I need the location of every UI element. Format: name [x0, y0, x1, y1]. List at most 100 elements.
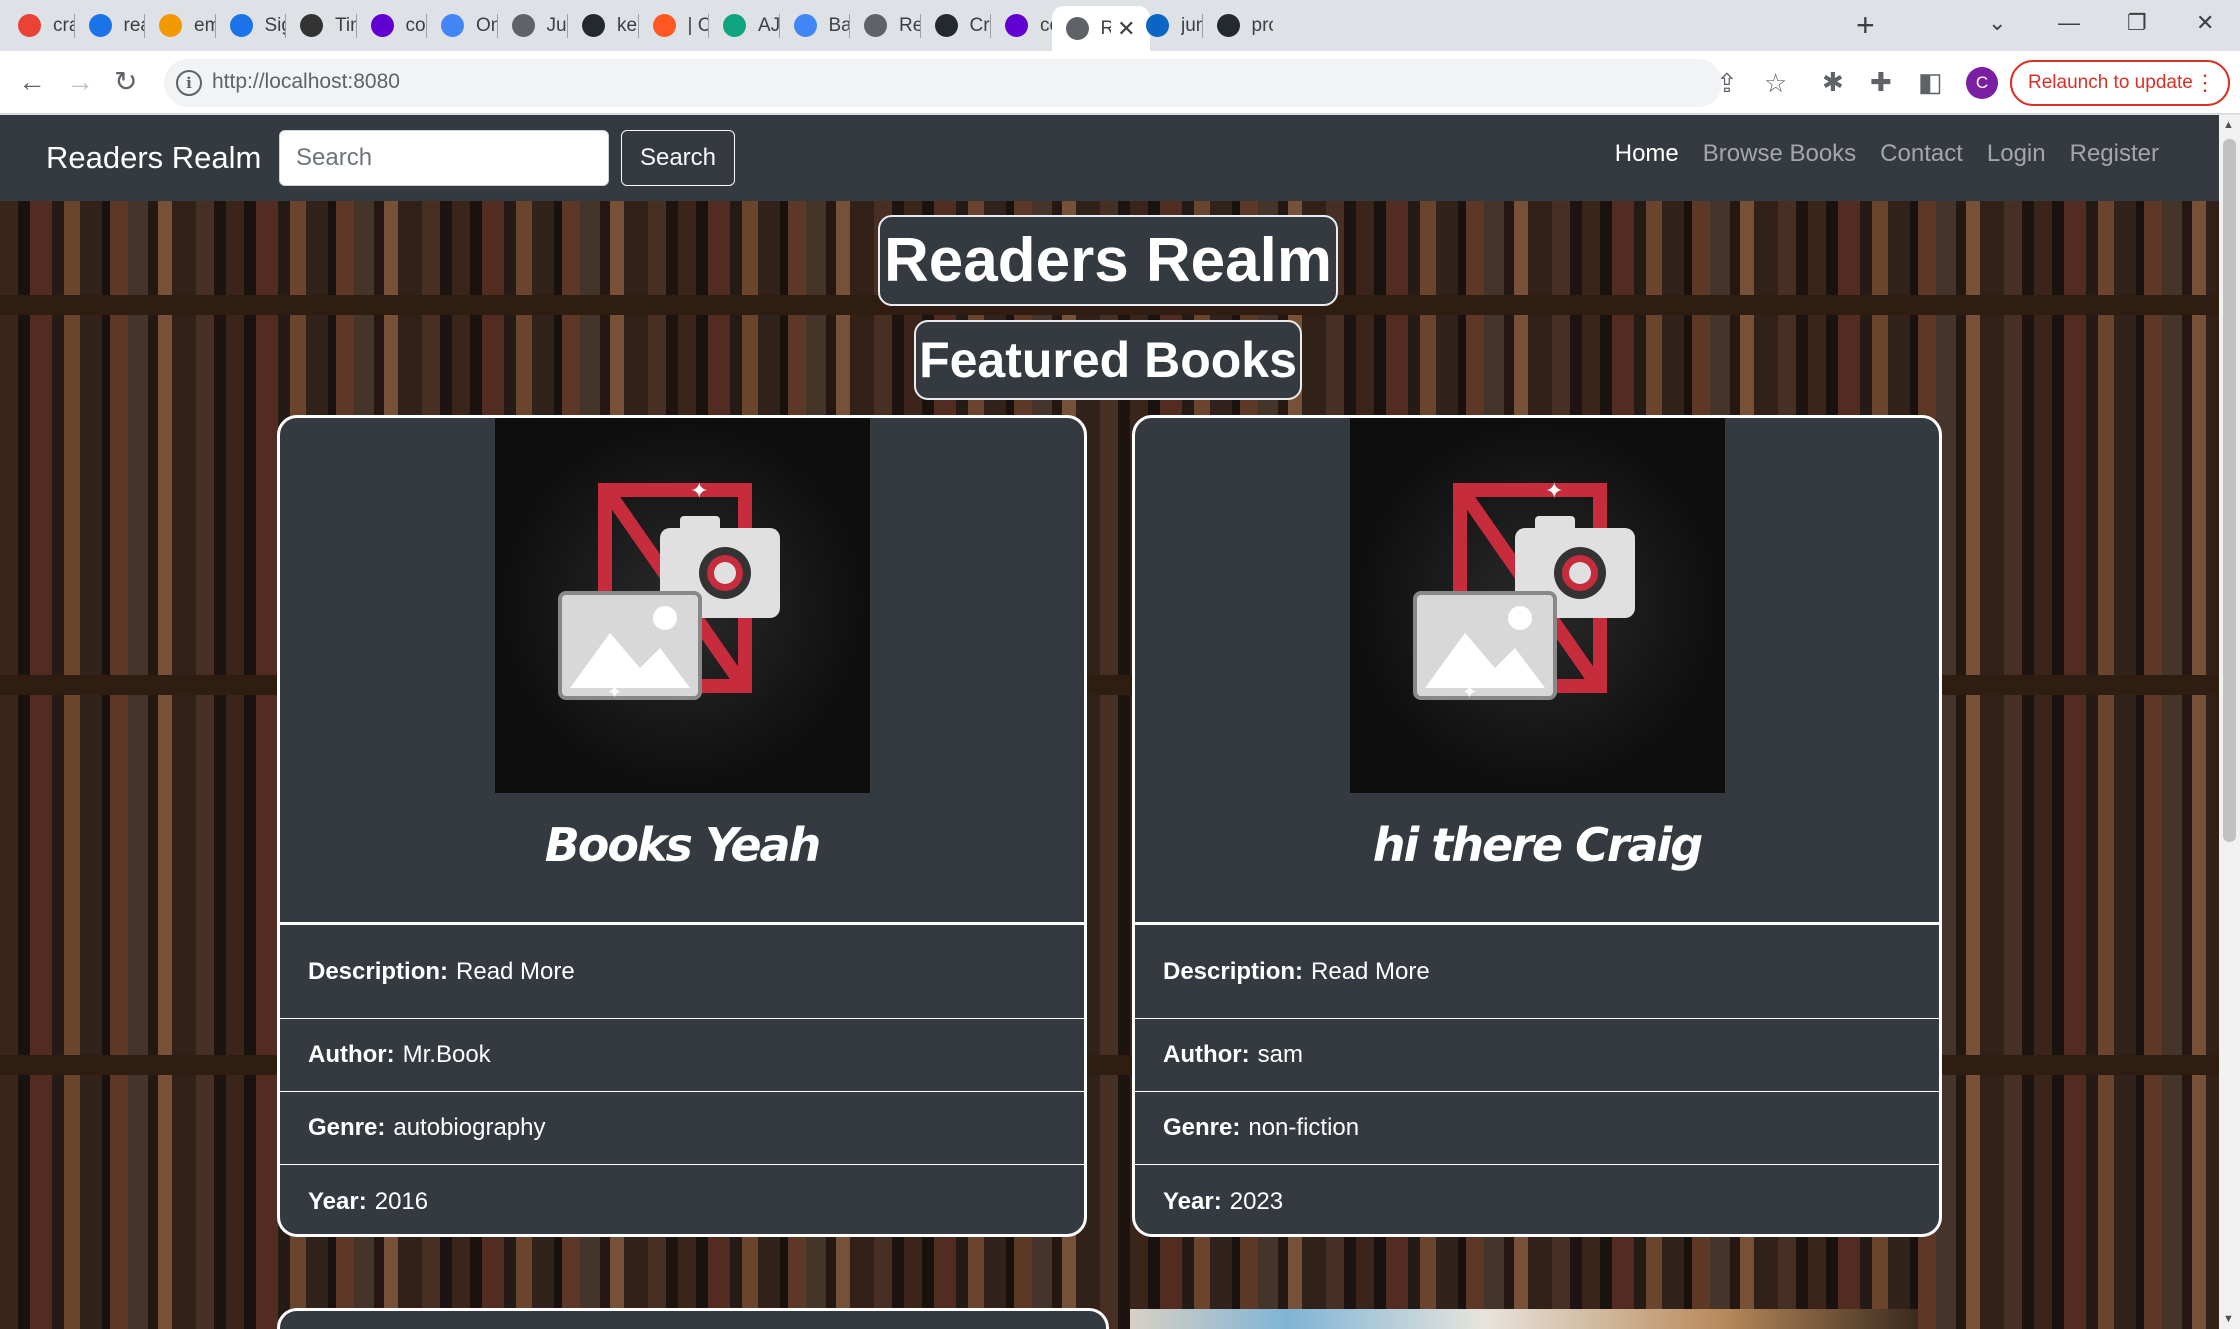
nav-link-home[interactable]: Home — [1615, 140, 1679, 168]
book-details: Description: Read More Author: Mr.Book G… — [280, 922, 1084, 1234]
page-scrollbar[interactable]: ▲ ▼ — [2219, 115, 2240, 1329]
book-cover-placeholder: ✦ ✦ — [1350, 418, 1725, 793]
nav-link-contact[interactable]: Contact — [1880, 140, 1963, 168]
profile-avatar[interactable]: C — [1966, 67, 1998, 99]
browser-tab[interactable]: Read — [850, 6, 920, 45]
book-card: ✦ ✦ Books Yeah Description: Read More Au… — [277, 415, 1087, 1237]
search-button[interactable]: Search — [621, 130, 735, 186]
browser-tab[interactable]: Craig — [921, 6, 991, 45]
tab-search-icon[interactable]: ⌄ — [1988, 6, 2006, 40]
browser-tab[interactable]: AJAX — [709, 6, 779, 45]
relaunch-button[interactable]: Relaunch to update ⋮ — [2010, 60, 2230, 106]
browser-tab[interactable]: email — [145, 6, 215, 45]
browser-tab[interactable]: proje — [1203, 6, 1273, 45]
search-input[interactable] — [279, 130, 609, 186]
browser-tab[interactable]: TinyP — [286, 6, 356, 45]
year-value: 2016 — [374, 1187, 429, 1215]
google-icon — [18, 14, 41, 37]
globe-icon — [864, 14, 887, 37]
tab-label: kera — [617, 14, 638, 36]
back-icon[interactable]: ← — [18, 65, 46, 99]
book-card: ✦ ✦ hi there Craig Description: Read Mor… — [1132, 415, 1942, 1237]
page-title: Readers Realm — [878, 215, 1338, 306]
tab-label: AJAX — [758, 14, 779, 36]
browser-toolbar: ← → ↻ i http://localhost:8080 ⇪ ☆ ✱ ✚ ◧ … — [0, 51, 2240, 114]
bookmark-icon — [159, 14, 182, 37]
book-cover-partial — [1130, 1309, 1918, 1329]
browser-tab[interactable]: kera — [568, 6, 638, 45]
year-label: Year: — [1163, 1187, 1222, 1215]
extensions-puzzle-icon[interactable]: ✚ — [1870, 66, 1892, 98]
reload-icon[interactable]: ↻ — [114, 65, 137, 99]
nav-links: Home Browse Books Contact Login Register — [1615, 140, 2159, 168]
linkedin-icon — [1146, 14, 1169, 37]
close-window-icon[interactable]: ✕ — [2196, 6, 2214, 40]
record-icon — [652, 14, 676, 37]
scrollbar-thumb[interactable] — [2223, 139, 2236, 842]
scroll-up-icon[interactable]: ▲ — [2223, 119, 2234, 131]
browser-tab[interactable]: Just a — [498, 6, 568, 45]
navbar-brand[interactable]: Readers Realm — [46, 140, 261, 176]
tab-label: email — [194, 14, 215, 36]
read-more-link[interactable]: Read More — [1311, 958, 1430, 986]
tab-label: Craig — [969, 14, 991, 36]
book-title: Books Yeah — [544, 818, 822, 872]
browser-tab[interactable]: reade — [75, 6, 145, 45]
tab-label: Onlin — [476, 14, 497, 36]
genre-value: autobiography — [393, 1114, 546, 1141]
year-value: 2023 — [1229, 1187, 1284, 1215]
author-value: sam — [1257, 1041, 1303, 1068]
author-label: Author: — [1163, 1041, 1250, 1068]
book-genre-row: Genre: non-fiction — [1135, 1092, 1939, 1165]
browser-tab[interactable]: Onlin — [427, 6, 497, 45]
svg-text:✦: ✦ — [1462, 682, 1477, 703]
github-icon — [582, 14, 605, 37]
bookmark-star-icon[interactable]: ☆ — [1764, 67, 1787, 99]
minimize-icon[interactable]: — — [2058, 6, 2080, 40]
site-navbar: Readers Realm Search Home Browse Books C… — [0, 115, 2219, 201]
scroll-down-icon[interactable]: ▼ — [2223, 1313, 2234, 1325]
svg-text:✦: ✦ — [690, 479, 708, 504]
tab-label: Bard — [828, 14, 850, 36]
globe-icon — [441, 14, 464, 37]
genre-label: Genre: — [1163, 1114, 1241, 1141]
nav-link-browse-books[interactable]: Browse Books — [1703, 140, 1856, 168]
book-year-row: Year: 2016 — [280, 1165, 1084, 1234]
browser-tab[interactable]: codir — [991, 6, 1061, 45]
github-icon — [934, 14, 958, 37]
nav-link-login[interactable]: Login — [1987, 140, 2046, 168]
book-title: hi there Craig — [1372, 818, 1704, 872]
address-bar[interactable]: i http://localhost:8080 ⇪ ☆ — [164, 59, 1787, 107]
genre-value: non-fiction — [1248, 1114, 1360, 1141]
address-url[interactable]: http://localhost:8080 — [212, 70, 400, 94]
browser-tab[interactable]: | Cod — [639, 6, 709, 45]
side-panel-icon[interactable]: ◧ — [1918, 66, 1943, 98]
extension-bug-icon[interactable]: ✱ — [1822, 66, 1844, 98]
book-year-row: Year: 2023 — [1135, 1165, 1939, 1234]
browser-tab[interactable]: craig — [4, 6, 74, 45]
page-viewport: Readers Realm Search Home Browse Books C… — [0, 115, 2240, 1329]
book-cover-placeholder: ✦ ✦ — [495, 418, 870, 793]
share-icon[interactable]: ⇪ — [1716, 67, 1738, 99]
read-more-link[interactable]: Read More — [456, 958, 575, 986]
bookmark-icon — [88, 14, 112, 37]
featured-books-heading: Featured Books — [914, 320, 1302, 400]
author-value: Mr.Book — [402, 1041, 491, 1068]
forward-icon[interactable]: → — [66, 65, 94, 99]
tab-label: | Cod — [687, 14, 709, 36]
tab-label: TinyP — [335, 14, 356, 36]
nav-link-register[interactable]: Register — [2070, 140, 2159, 168]
site-info-icon[interactable]: i — [176, 70, 202, 96]
description-label: Description: — [308, 957, 449, 985]
tab-label: Sign — [264, 14, 286, 36]
book-author-row: Author: Mr.Book — [280, 1019, 1084, 1092]
globe-icon — [1065, 17, 1089, 40]
browser-tab[interactable]: conv — [357, 6, 427, 45]
year-label: Year: — [308, 1187, 367, 1215]
browser-tab[interactable]: junio — [1132, 6, 1202, 45]
new-tab-button[interactable]: + — [1856, 8, 1875, 42]
browser-tab[interactable]: Sign — [216, 6, 286, 45]
menu-kebab-icon[interactable]: ⋮ — [2194, 62, 2216, 104]
browser-tab[interactable]: Bard — [780, 6, 850, 45]
restore-icon[interactable]: ❐ — [2127, 6, 2147, 40]
